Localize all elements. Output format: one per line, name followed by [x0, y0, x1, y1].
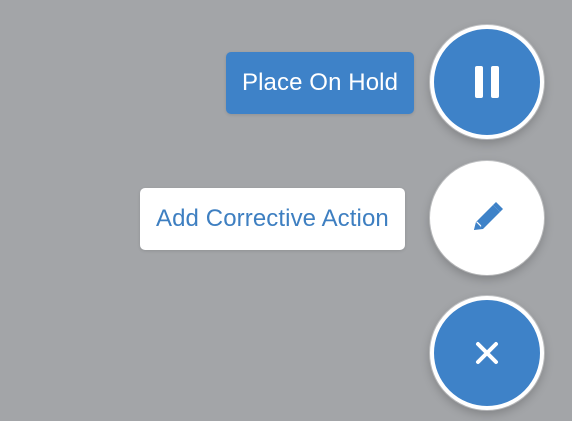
- pencil-icon: [466, 197, 508, 239]
- close-speed-dial-button[interactable]: [430, 296, 544, 410]
- add-corrective-action-label[interactable]: Add Corrective Action: [140, 188, 405, 250]
- close-icon: [473, 339, 501, 367]
- place-on-hold-text: Place On Hold: [242, 69, 399, 96]
- place-on-hold-action[interactable]: Place On Hold: [226, 52, 415, 114]
- add-corrective-action-text: Add Corrective Action: [156, 205, 389, 232]
- pause-icon: [473, 65, 501, 99]
- place-on-hold-button[interactable]: [430, 25, 544, 139]
- add-corrective-action-action[interactable]: Add Corrective Action: [140, 188, 405, 250]
- add-corrective-action-button[interactable]: [430, 161, 544, 275]
- place-on-hold-label[interactable]: Place On Hold: [226, 52, 415, 114]
